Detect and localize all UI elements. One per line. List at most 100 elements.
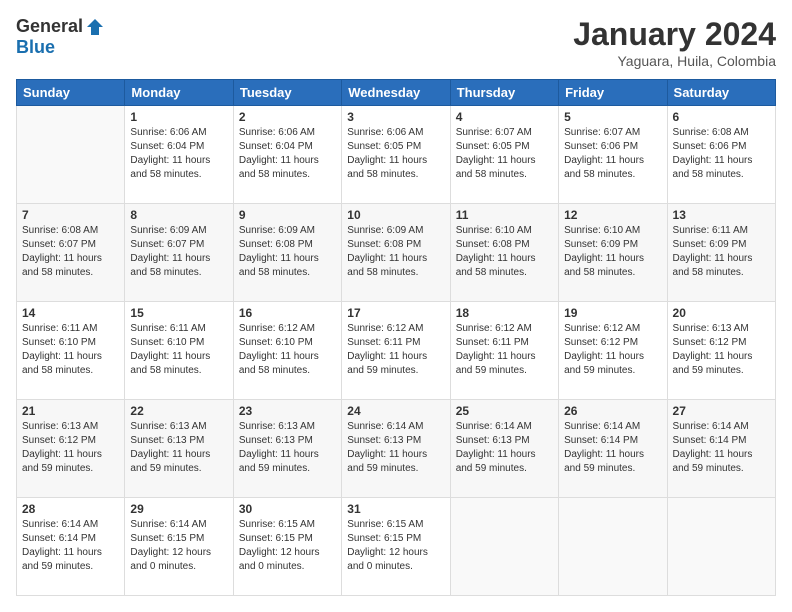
calendar-cell: 25Sunrise: 6:14 AM Sunset: 6:13 PM Dayli… <box>450 400 558 498</box>
calendar-cell: 2 Sunrise: 6:06 AM Sunset: 6:04 PM Daylig… <box>233 106 341 204</box>
calendar-cell <box>559 498 667 596</box>
logo: General Blue <box>16 16 105 58</box>
day-number: 8 <box>130 208 227 222</box>
day-info: Sunrise: 6:15 AM Sunset: 6:15 PM Dayligh… <box>239 518 336 574</box>
day-number: 19 <box>564 306 661 320</box>
day-number: 17 <box>347 306 444 320</box>
calendar-cell: 15 Sunrise: 6:11 AM Sunset: 6:10 PM Dayli… <box>125 302 233 400</box>
day-info: Sunrise: 6:14 AM Sunset: 6:14 PM Dayligh… <box>22 518 119 574</box>
day-info: Sunrise: 6:15 AM Sunset: 6:15 PM Dayligh… <box>347 518 444 574</box>
day-info: Sunrise: 6:12 AM Sunset: 6:11 PM Dayligh… <box>456 322 553 378</box>
day-number: 11 <box>456 208 553 222</box>
day-info: Sunrise: 6:12 AM Sunset: 6:10 PM Dayligh… <box>239 322 336 378</box>
day-info: Sunrise: 6:11 AM Sunset: 6:10 PM Dayligh… <box>130 322 227 378</box>
calendar-day-header: Thursday <box>450 80 558 106</box>
calendar-cell: 17 Sunrise: 6:12 AM Sunset: 6:11 PM Dayli… <box>342 302 450 400</box>
calendar-day-header: Sunday <box>17 80 125 106</box>
calendar-week-row: 1 Sunrise: 6:06 AM Sunset: 6:04 PM Daylig… <box>17 106 776 204</box>
day-number: 14 <box>22 306 119 320</box>
calendar-week-row: 14 Sunrise: 6:11 AM Sunset: 6:10 PM Dayli… <box>17 302 776 400</box>
month-title: January 2024 <box>573 16 776 53</box>
day-info: Sunrise: 6:13 AM Sunset: 6:12 PM Dayligh… <box>22 420 119 476</box>
logo-blue-text: Blue <box>16 37 55 58</box>
calendar-cell: 9Sunrise: 6:09 AM Sunset: 6:08 PM Daylig… <box>233 204 341 302</box>
logo-icon <box>85 17 105 37</box>
day-number: 13 <box>673 208 770 222</box>
day-info: Sunrise: 6:10 AM Sunset: 6:08 PM Dayligh… <box>456 224 553 280</box>
day-info: Sunrise: 6:12 AM Sunset: 6:11 PM Dayligh… <box>347 322 444 378</box>
day-info: Sunrise: 6:06 AM Sunset: 6:04 PM Dayligh… <box>130 126 227 182</box>
calendar-cell <box>450 498 558 596</box>
day-info: Sunrise: 6:07 AM Sunset: 6:06 PM Dayligh… <box>564 126 661 182</box>
day-info: Sunrise: 6:12 AM Sunset: 6:12 PM Dayligh… <box>564 322 661 378</box>
day-number: 24 <box>347 404 444 418</box>
title-section: January 2024 Yaguara, Huila, Colombia <box>573 16 776 69</box>
day-number: 28 <box>22 502 119 516</box>
day-number: 21 <box>22 404 119 418</box>
day-info: Sunrise: 6:13 AM Sunset: 6:13 PM Dayligh… <box>130 420 227 476</box>
calendar-cell: 6Sunrise: 6:08 AM Sunset: 6:06 PM Daylig… <box>667 106 775 204</box>
calendar-cell: 16 Sunrise: 6:12 AM Sunset: 6:10 PM Dayli… <box>233 302 341 400</box>
day-number: 31 <box>347 502 444 516</box>
day-info: Sunrise: 6:11 AM Sunset: 6:10 PM Dayligh… <box>22 322 119 378</box>
calendar-cell: 3Sunrise: 6:06 AM Sunset: 6:05 PM Daylig… <box>342 106 450 204</box>
calendar-cell: 1 Sunrise: 6:06 AM Sunset: 6:04 PM Daylig… <box>125 106 233 204</box>
calendar-day-header: Friday <box>559 80 667 106</box>
day-info: Sunrise: 6:14 AM Sunset: 6:14 PM Dayligh… <box>673 420 770 476</box>
day-info: Sunrise: 6:14 AM Sunset: 6:14 PM Dayligh… <box>564 420 661 476</box>
calendar-cell: 29 Sunrise: 6:14 AM Sunset: 6:15 PM Dayli… <box>125 498 233 596</box>
day-number: 2 <box>239 110 336 124</box>
calendar-cell: 11 Sunrise: 6:10 AM Sunset: 6:08 PM Dayli… <box>450 204 558 302</box>
day-info: Sunrise: 6:10 AM Sunset: 6:09 PM Dayligh… <box>564 224 661 280</box>
header: General Blue January 2024 Yaguara, Huila… <box>16 16 776 69</box>
calendar-day-header: Tuesday <box>233 80 341 106</box>
calendar-cell: 7Sunrise: 6:08 AM Sunset: 6:07 PM Daylig… <box>17 204 125 302</box>
day-number: 23 <box>239 404 336 418</box>
calendar-cell: 27 Sunrise: 6:14 AM Sunset: 6:14 PM Dayli… <box>667 400 775 498</box>
day-number: 25 <box>456 404 553 418</box>
day-info: Sunrise: 6:06 AM Sunset: 6:04 PM Dayligh… <box>239 126 336 182</box>
calendar-header-row: SundayMondayTuesdayWednesdayThursdayFrid… <box>17 80 776 106</box>
day-number: 5 <box>564 110 661 124</box>
logo-general-text: General <box>16 16 83 37</box>
day-info: Sunrise: 6:11 AM Sunset: 6:09 PM Dayligh… <box>673 224 770 280</box>
day-number: 6 <box>673 110 770 124</box>
calendar-cell: 10 Sunrise: 6:09 AM Sunset: 6:08 PM Dayli… <box>342 204 450 302</box>
day-number: 10 <box>347 208 444 222</box>
day-info: Sunrise: 6:09 AM Sunset: 6:08 PM Dayligh… <box>239 224 336 280</box>
day-info: Sunrise: 6:14 AM Sunset: 6:13 PM Dayligh… <box>347 420 444 476</box>
day-number: 27 <box>673 404 770 418</box>
calendar-cell <box>17 106 125 204</box>
day-info: Sunrise: 6:06 AM Sunset: 6:05 PM Dayligh… <box>347 126 444 182</box>
calendar-week-row: 21 Sunrise: 6:13 AM Sunset: 6:12 PM Dayli… <box>17 400 776 498</box>
day-number: 16 <box>239 306 336 320</box>
calendar-cell: 23 Sunrise: 6:13 AM Sunset: 6:13 PM Dayli… <box>233 400 341 498</box>
calendar-cell: 28 Sunrise: 6:14 AM Sunset: 6:14 PM Dayli… <box>17 498 125 596</box>
day-number: 15 <box>130 306 227 320</box>
day-info: Sunrise: 6:07 AM Sunset: 6:05 PM Dayligh… <box>456 126 553 182</box>
page: General Blue January 2024 Yaguara, Huila… <box>0 0 792 612</box>
location: Yaguara, Huila, Colombia <box>573 53 776 69</box>
day-number: 22 <box>130 404 227 418</box>
calendar-day-header: Saturday <box>667 80 775 106</box>
day-number: 26 <box>564 404 661 418</box>
day-info: Sunrise: 6:13 AM Sunset: 6:12 PM Dayligh… <box>673 322 770 378</box>
calendar-cell: 19 Sunrise: 6:12 AM Sunset: 6:12 PM Dayli… <box>559 302 667 400</box>
day-number: 1 <box>130 110 227 124</box>
day-number: 4 <box>456 110 553 124</box>
calendar-week-row: 28 Sunrise: 6:14 AM Sunset: 6:14 PM Dayli… <box>17 498 776 596</box>
calendar-cell: 31 Sunrise: 6:15 AM Sunset: 6:15 PM Dayli… <box>342 498 450 596</box>
calendar-cell: 24 Sunrise: 6:14 AM Sunset: 6:13 PM Dayli… <box>342 400 450 498</box>
calendar-cell: 4 Sunrise: 6:07 AM Sunset: 6:05 PM Daylig… <box>450 106 558 204</box>
calendar-table: SundayMondayTuesdayWednesdayThursdayFrid… <box>16 79 776 596</box>
day-number: 29 <box>130 502 227 516</box>
day-info: Sunrise: 6:09 AM Sunset: 6:07 PM Dayligh… <box>130 224 227 280</box>
calendar-cell: 30Sunrise: 6:15 AM Sunset: 6:15 PM Dayli… <box>233 498 341 596</box>
calendar-day-header: Monday <box>125 80 233 106</box>
day-info: Sunrise: 6:14 AM Sunset: 6:15 PM Dayligh… <box>130 518 227 574</box>
calendar-cell: 8 Sunrise: 6:09 AM Sunset: 6:07 PM Daylig… <box>125 204 233 302</box>
day-info: Sunrise: 6:09 AM Sunset: 6:08 PM Dayligh… <box>347 224 444 280</box>
day-info: Sunrise: 6:13 AM Sunset: 6:13 PM Dayligh… <box>239 420 336 476</box>
calendar-week-row: 7Sunrise: 6:08 AM Sunset: 6:07 PM Daylig… <box>17 204 776 302</box>
calendar-cell: 13 Sunrise: 6:11 AM Sunset: 6:09 PM Dayli… <box>667 204 775 302</box>
